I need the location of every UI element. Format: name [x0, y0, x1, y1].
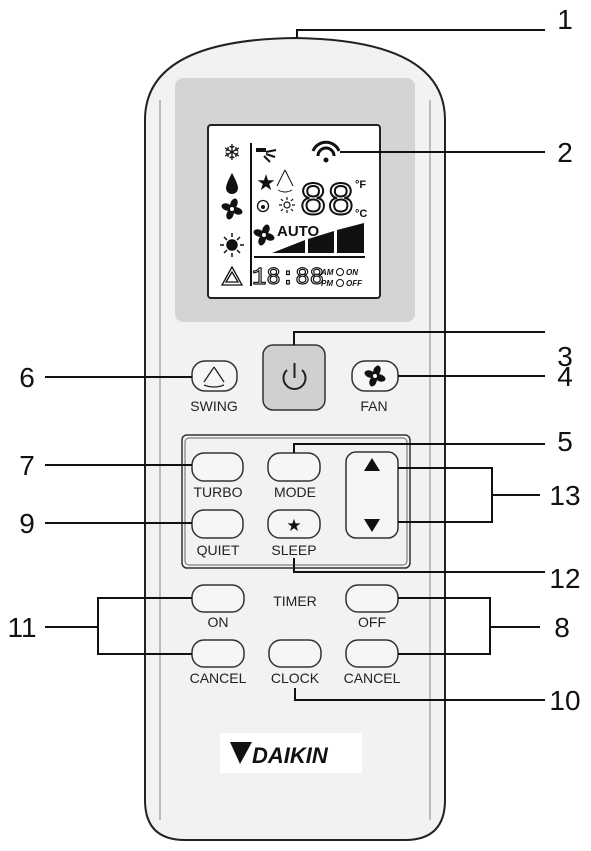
timer-on-button[interactable]	[191, 584, 245, 613]
daikin-logo: DAIKIN	[220, 733, 362, 773]
callout-1: 1	[557, 4, 573, 35]
swing-label: SWING	[190, 398, 237, 414]
mode-label: MODE	[274, 484, 316, 500]
mode-button[interactable]	[267, 452, 321, 482]
unit-fahrenheit: °F	[355, 179, 366, 191]
cancel-off-label: CANCEL	[344, 670, 401, 686]
pm-label: PM	[321, 279, 333, 288]
callout-6: 6	[19, 362, 35, 393]
quiet-button[interactable]	[191, 509, 244, 539]
sleep-label: SLEEP	[271, 542, 316, 558]
am-label: AM	[320, 268, 334, 277]
timer-off-label-button: OFF	[358, 614, 386, 630]
timer-on-label: ON	[346, 268, 358, 277]
timer-on-label-button: ON	[208, 614, 229, 630]
turbo-label: TURBO	[194, 484, 243, 500]
cancel-on-label: CANCEL	[190, 670, 247, 686]
fan-label: FAN	[360, 398, 387, 414]
clock-digits: 18:88	[252, 265, 324, 292]
quiet-label: QUIET	[197, 542, 240, 558]
timer-off-label: OFF	[346, 279, 363, 288]
timer-label: TIMER	[273, 593, 317, 609]
turbo-button[interactable]	[191, 452, 244, 482]
clock-button[interactable]	[268, 639, 322, 668]
cool-snowflake-icon: ❄	[223, 140, 241, 165]
timer-off-button[interactable]	[345, 584, 399, 613]
callout-7: 7	[19, 450, 35, 481]
callout-12: 12	[549, 563, 580, 594]
clock-label: CLOCK	[271, 670, 320, 686]
sleep-star-icon: ★	[256, 170, 276, 195]
unit-celsius: °C	[355, 208, 367, 220]
temperature-digits: 88	[299, 176, 354, 228]
cancel-on-button[interactable]	[191, 639, 245, 668]
remote-control-diagram: ❄ ★ AUTO 88 °F °C 18:88 AM PM ON OFF SWI…	[7, 4, 581, 841]
brand-name: DAIKIN	[252, 743, 329, 768]
callout-5: 5	[557, 426, 573, 457]
callout-9: 9	[19, 508, 35, 539]
callout-2: 2	[557, 137, 573, 168]
callout-8: 8	[554, 612, 570, 643]
callout-13: 13	[549, 480, 580, 511]
callout-4: 4	[557, 361, 573, 392]
callout-10: 10	[549, 685, 580, 716]
sleep-star-icon-button: ★	[286, 516, 301, 535]
cancel-off-button[interactable]	[345, 639, 399, 668]
callout-11: 11	[7, 612, 36, 643]
